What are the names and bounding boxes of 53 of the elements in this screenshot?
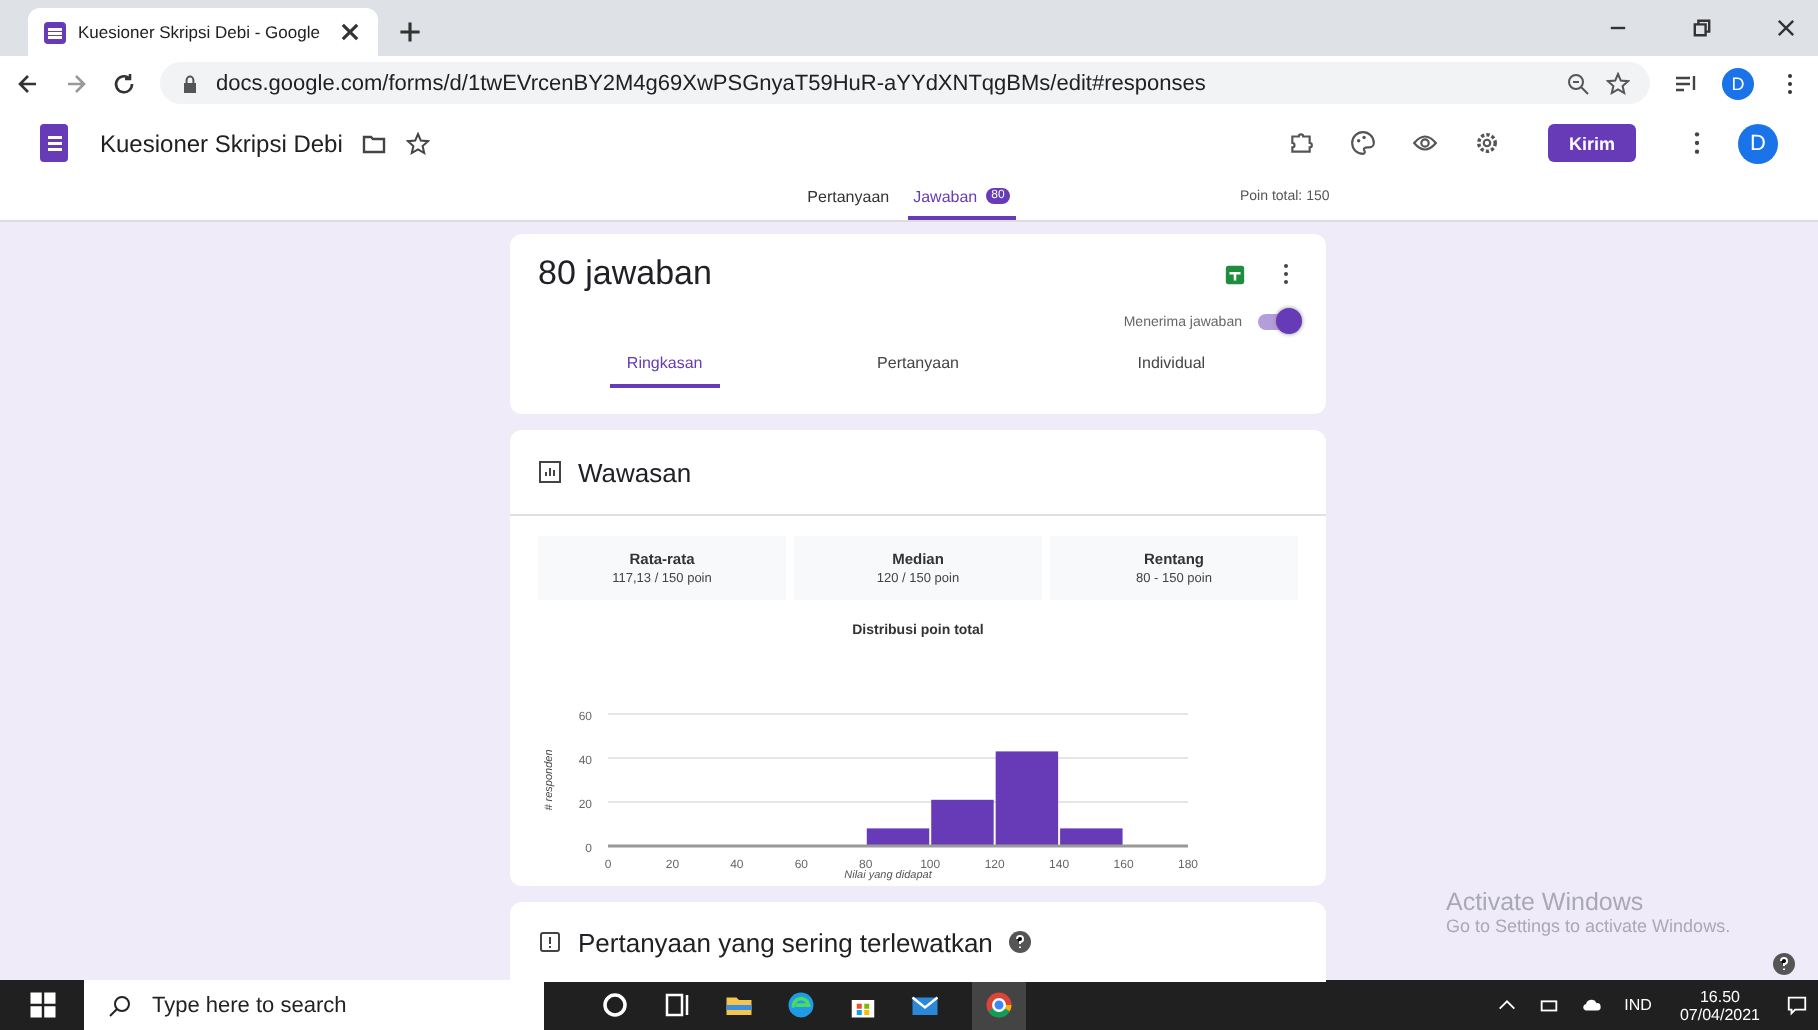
chart-icon (538, 460, 562, 484)
zoom-icon[interactable] (1566, 71, 1590, 95)
star-icon[interactable] (406, 131, 431, 155)
forms-icon[interactable] (40, 124, 68, 162)
restore-icon[interactable] (1690, 16, 1714, 40)
chrome-icon[interactable] (972, 980, 1026, 1030)
profile-avatar[interactable]: D (1722, 67, 1754, 99)
help-icon[interactable] (1772, 952, 1796, 976)
forward-icon[interactable] (64, 71, 88, 95)
new-tab-icon[interactable] (398, 20, 422, 44)
activation-text: Go to Settings to activate Windows. (1446, 916, 1731, 936)
address-bar[interactable]: docs.google.com/forms/d/1twEVrcenBY2M4g69XwPSGnyaT59HuR-aYYdXNTqgBMs/edit#responses (160, 62, 1650, 104)
search-field[interactable]: Type here to search (84, 980, 544, 1030)
search-icon (108, 993, 132, 1017)
summary-tab[interactable]: Individual (1116, 354, 1227, 388)
cortana-icon[interactable] (600, 990, 630, 1020)
clock[interactable]: 16.50 07/04/2021 (1679, 987, 1760, 1023)
puzzle-icon[interactable] (1288, 130, 1314, 156)
help-icon[interactable] (1008, 930, 1033, 954)
browser-icon[interactable] (786, 990, 816, 1020)
browser-tab[interactable]: Kuesioner Skripsi Debi - Google (28, 8, 378, 56)
summary-tab[interactable]: Pertanyaan (863, 354, 973, 388)
tab-title: Kuesioner Skripsi Debi - Google (78, 22, 322, 42)
language-indicator[interactable]: IND (1624, 996, 1652, 1014)
nav-tab[interactable]: Pertanyaan (801, 176, 896, 220)
reload-icon[interactable] (112, 71, 136, 95)
send-button[interactable]: Kirim (1548, 124, 1636, 162)
activation-title: Activate Windows (1446, 888, 1646, 916)
playlist-icon[interactable] (1674, 71, 1698, 95)
back-icon[interactable] (16, 71, 40, 95)
toggle-switch[interactable] (1258, 314, 1298, 330)
insights-title: Wawasan (578, 457, 692, 487)
responses-title: 80 jawaban (538, 254, 712, 294)
summary-tab[interactable]: Ringkasan (610, 354, 720, 388)
form-title[interactable]: Kuesioner Skripsi Debi (100, 129, 343, 157)
folder-icon[interactable] (362, 131, 387, 155)
start-icon[interactable] (28, 990, 58, 1020)
star-icon[interactable] (1606, 71, 1630, 95)
close-icon[interactable] (1774, 16, 1798, 40)
account-avatar[interactable]: D (1738, 123, 1778, 163)
eye-icon[interactable] (1412, 130, 1438, 156)
close-icon[interactable] (338, 20, 362, 44)
lock-icon (180, 73, 200, 93)
notification-icon[interactable] (1786, 994, 1808, 1016)
cloud-icon[interactable] (1580, 994, 1603, 1016)
palette-icon[interactable] (1350, 130, 1376, 156)
alert-icon (538, 930, 562, 954)
missed-title: Pertanyaan yang sering terlewatkan (578, 927, 993, 957)
forms-icon (44, 21, 66, 43)
settings-icon[interactable] (1474, 130, 1500, 156)
task-view-icon[interactable] (662, 990, 692, 1020)
battery-icon[interactable] (1538, 994, 1561, 1016)
spreadsheet-icon[interactable] (1224, 263, 1246, 285)
